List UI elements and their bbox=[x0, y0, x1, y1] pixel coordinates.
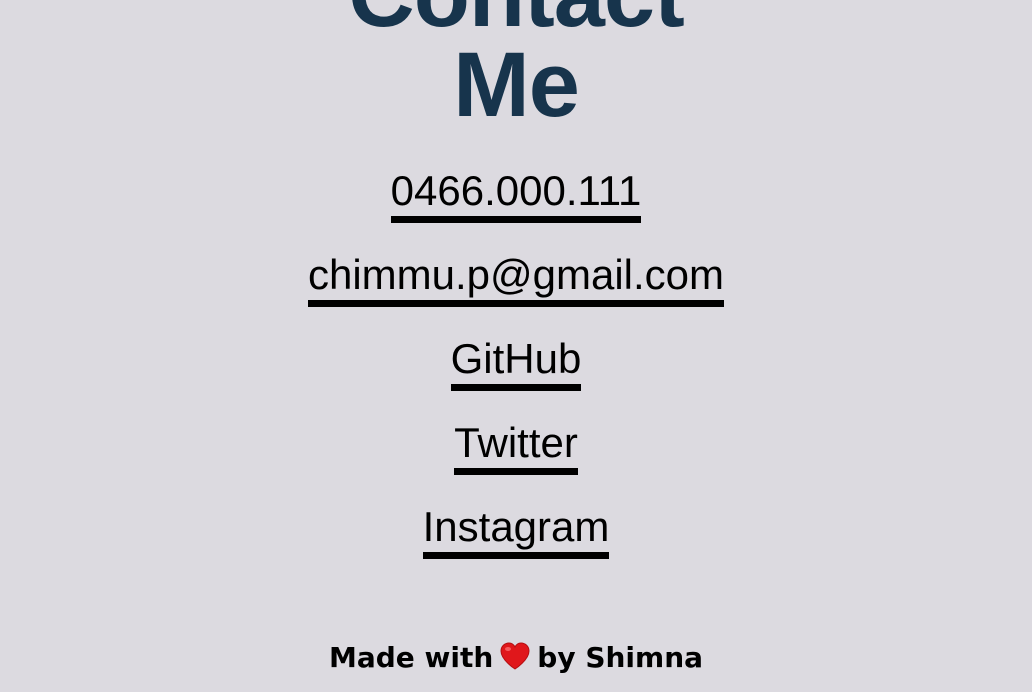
instagram-row: Instagram bbox=[0, 502, 1032, 586]
heart-icon bbox=[499, 641, 531, 680]
instagram-link[interactable]: Instagram bbox=[422, 502, 610, 559]
footer-credit: Made with by Shimna bbox=[0, 640, 1032, 680]
github-row: GitHub bbox=[0, 334, 1032, 418]
github-link[interactable]: GitHub bbox=[450, 334, 582, 391]
twitter-row: Twitter bbox=[0, 418, 1032, 502]
twitter-link[interactable]: Twitter bbox=[454, 418, 578, 475]
page-title-line-2: Me bbox=[453, 34, 580, 136]
email-link[interactable]: chimmu.p@gmail.com bbox=[307, 250, 725, 307]
contact-page: Contact Me 0466.000.111 chimmu.p@gmail.c… bbox=[0, 0, 1032, 692]
footer-suffix: by Shimna bbox=[537, 641, 704, 674]
footer-prefix: Made with bbox=[328, 641, 494, 674]
contact-links: 0466.000.111 chimmu.p@gmail.com GitHub T… bbox=[0, 166, 1032, 586]
phone-link[interactable]: 0466.000.111 bbox=[390, 166, 642, 223]
page-title: Contact Me bbox=[0, 0, 1032, 136]
email-row: chimmu.p@gmail.com bbox=[0, 250, 1032, 334]
phone-row: 0466.000.111 bbox=[0, 166, 1032, 250]
